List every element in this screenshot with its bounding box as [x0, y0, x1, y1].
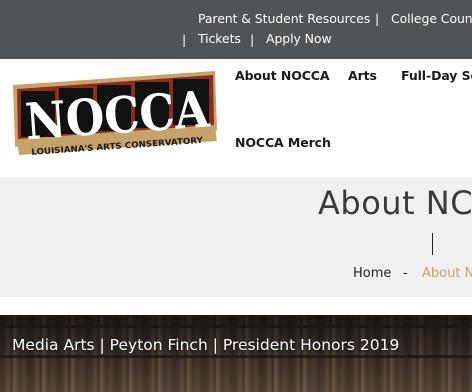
- nav-full-day-school[interactable]: Full-Day Sc: [401, 68, 472, 83]
- page-title: About NC: [318, 184, 472, 222]
- nav-about-nocca[interactable]: About NOCCA: [235, 68, 330, 83]
- utility-bar: Parent & Student Resources | College Cou…: [0, 0, 472, 59]
- parent-student-resources-link[interactable]: Parent & Student Resources: [198, 11, 370, 26]
- divider: |: [375, 11, 380, 26]
- nocca-logo[interactable]: NOCCA LOUISIANA'S ARTS CONSERVATORY: [11, 69, 219, 157]
- video-frame-detail: [0, 325, 472, 328]
- video-frame-detail: [0, 355, 472, 358]
- nav-nocca-merch[interactable]: NOCCA Merch: [235, 135, 331, 150]
- video-title[interactable]: Media Arts | Peyton Finch | President Ho…: [12, 336, 399, 354]
- divider: |: [182, 32, 187, 47]
- tickets-link[interactable]: Tickets: [198, 31, 241, 46]
- breadcrumb-separator: -: [403, 266, 408, 281]
- divider: |: [250, 32, 255, 47]
- breadcrumb-home[interactable]: Home: [353, 266, 391, 281]
- college-counseling-link[interactable]: College Couns: [391, 11, 472, 26]
- apply-now-link[interactable]: Apply Now: [266, 31, 332, 46]
- nav-arts[interactable]: Arts: [348, 68, 377, 83]
- breadcrumb-current: About N: [422, 266, 472, 281]
- title-divider: [432, 233, 433, 255]
